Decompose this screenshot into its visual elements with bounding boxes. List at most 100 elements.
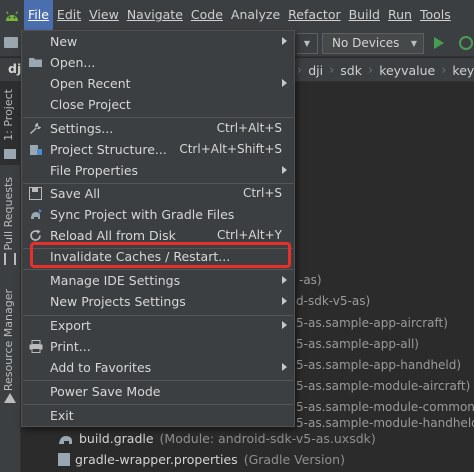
submenu-arrow-icon: [282, 297, 287, 305]
menu-item-new[interactable]: New: [22, 31, 294, 52]
menu-item-label: New Projects Settings: [50, 294, 186, 309]
sync-gradle-icon: [29, 208, 43, 221]
menu-item-new-projects-settings[interactable]: New Projects Settings: [22, 291, 294, 312]
menu-item-label: Exit: [50, 408, 74, 423]
menu-item-close-project[interactable]: Close Project: [22, 94, 294, 115]
tab-resource-manager-label: Resource Manager: [2, 289, 15, 392]
menu-item-shortcut: Ctrl+Alt+Y: [216, 228, 282, 242]
tree-item-fragment[interactable]: d-sdk-v5-as): [296, 294, 370, 308]
tree-item-fragment[interactable]: 5-as.sample-app-handheld): [296, 358, 461, 372]
menu-item-label: Add to Favorites: [50, 360, 152, 375]
menu-item-open[interactable]: Open...: [22, 52, 294, 73]
menu-refactor[interactable]: Refactor: [284, 0, 344, 30]
breadcrumb-path: › dji › sdk › keyvalue › key ›: [297, 58, 474, 82]
save-icon: [29, 187, 43, 200]
tree-item-fragment[interactable]: -as): [299, 273, 322, 287]
resource-icon: [4, 393, 16, 403]
menu-item-shortcut: Ctrl+S: [242, 186, 282, 200]
menu-run[interactable]: Run: [384, 0, 416, 30]
menu-item-sync-gradle[interactable]: Sync Project with Gradle Files: [22, 204, 294, 225]
menu-item-label: Sync Project with Gradle Files: [50, 207, 235, 222]
open-folder-icon: [29, 56, 43, 69]
tree-item-fragment[interactable]: 5-as.sample-app-all): [296, 337, 419, 351]
menu-bar: File Edit View Navigate Code Analyze Ref…: [0, 0, 474, 30]
breadcrumb-item[interactable]: key: [446, 63, 474, 78]
tree-item-module: (Module: android-sdk-v5-as.uxsdk): [159, 431, 376, 446]
menu-item-label: Print...: [50, 339, 91, 354]
menu-item-settings[interactable]: Settings... Ctrl+Alt+S: [22, 118, 294, 139]
menu-item-export[interactable]: Export: [22, 315, 294, 336]
menu-item-shortcut: Ctrl+Alt+S: [216, 121, 282, 135]
menu-item-label: Project Structure...: [50, 142, 167, 157]
tree-item-module: (Gradle Version): [243, 452, 345, 467]
breadcrumb-item[interactable]: keyvalue: [373, 63, 441, 78]
menu-item-label: Manage IDE Settings: [50, 273, 181, 288]
folder-icon: [4, 149, 16, 159]
menu-item-project-structure[interactable]: Project Structure... Ctrl+Alt+Shift+S: [22, 139, 294, 160]
tree-item-fragment[interactable]: 5-as.sample-app-aircraft): [296, 316, 448, 330]
menu-build[interactable]: Build: [345, 0, 384, 30]
menu-item-label: Export: [50, 318, 91, 333]
android-studio-logo-icon: [0, 0, 24, 30]
menu-file[interactable]: File: [24, 0, 53, 30]
breadcrumb-item[interactable]: sdk: [334, 63, 368, 78]
menu-item-power-save-mode[interactable]: Power Save Mode: [22, 381, 294, 402]
tab-pull-requests-label: Pull Requests: [2, 177, 15, 251]
run-config-dropdown[interactable]: ▼: [297, 33, 318, 54]
wrench-icon: [29, 122, 43, 135]
tool-window-stripe: 1: Project Pull Requests Resource Manage…: [0, 83, 21, 472]
chevron-down-icon: ▼: [410, 39, 417, 48]
menu-item-label: Reload All from Disk: [50, 228, 176, 243]
tab-resource-manager[interactable]: Resource Manager: [0, 287, 20, 407]
device-selector-label: No Devices: [332, 36, 400, 50]
debug-icon[interactable]: [459, 36, 473, 50]
menu-view[interactable]: View: [85, 0, 123, 30]
menu-item-shortcut: Ctrl+Alt+Shift+S: [179, 142, 282, 156]
tree-item-fragment[interactable]: 5-as.sample-module-common): [296, 400, 474, 414]
tree-item-name: build.gradle: [79, 431, 154, 446]
menu-item-label: Open Recent: [50, 76, 131, 91]
menu-item-open-recent[interactable]: Open Recent: [22, 73, 294, 94]
menu-item-save-all[interactable]: Save All Ctrl+S: [22, 183, 294, 204]
run-icon[interactable]: [434, 37, 444, 49]
device-selector[interactable]: No Devices ▼: [322, 33, 424, 54]
tree-item-fragment[interactable]: 5-as.sample-module-aircraft): [296, 379, 470, 393]
breadcrumb-item[interactable]: dji: [302, 63, 329, 78]
menu-item-label: Power Save Mode: [50, 384, 161, 399]
menu-item-manage-ide-settings[interactable]: Manage IDE Settings: [22, 270, 294, 291]
printer-icon: [29, 340, 43, 353]
menu-navigate[interactable]: Navigate: [123, 0, 187, 30]
open-folder-icon[interactable]: [4, 37, 18, 48]
menu-edit[interactable]: Edit: [53, 0, 85, 30]
tree-item-build-gradle[interactable]: build.gradle (Module: android-sdk-v5-as.…: [58, 431, 376, 446]
menu-item-label: Close Project: [50, 97, 131, 112]
menu-item-print[interactable]: Print...: [22, 336, 294, 357]
submenu-arrow-icon: [282, 363, 287, 371]
menu-item-exit[interactable]: Exit: [22, 405, 294, 426]
tree-item-fragment[interactable]: 5-as.sample-module-handheld): [296, 416, 474, 430]
properties-file-icon: [58, 453, 70, 466]
tab-pull-requests[interactable]: Pull Requests: [0, 175, 20, 267]
file-menu-dropdown: New Open... Open Recent Close Project Se…: [21, 30, 295, 427]
submenu-arrow-icon: [282, 276, 287, 284]
tree-item-name: gradle-wrapper.properties: [75, 452, 238, 467]
pull-request-icon: [4, 253, 16, 265]
highlight-annotation: [30, 242, 291, 268]
menu-code[interactable]: Code: [187, 0, 227, 30]
menu-tools[interactable]: Tools: [416, 0, 455, 30]
submenu-arrow-icon: [282, 166, 287, 174]
reload-icon: [29, 229, 43, 242]
submenu-arrow-icon: [282, 37, 287, 45]
tab-project[interactable]: 1: Project: [0, 83, 20, 165]
gradle-icon: [58, 433, 74, 445]
tab-project-label: 1: Project: [2, 89, 15, 141]
menu-analyze[interactable]: Analyze: [227, 0, 284, 30]
submenu-arrow-icon: [282, 321, 287, 329]
project-structure-icon: [29, 143, 43, 156]
menu-item-add-to-favorites[interactable]: Add to Favorites: [22, 357, 294, 378]
submenu-arrow-icon: [282, 79, 287, 87]
menu-item-file-properties[interactable]: File Properties: [22, 160, 294, 181]
tree-item-gradle-wrapper[interactable]: gradle-wrapper.properties (Gradle Versio…: [58, 452, 345, 467]
menu-item-label: New: [50, 34, 78, 49]
menu-item-label: Save All: [50, 186, 101, 201]
